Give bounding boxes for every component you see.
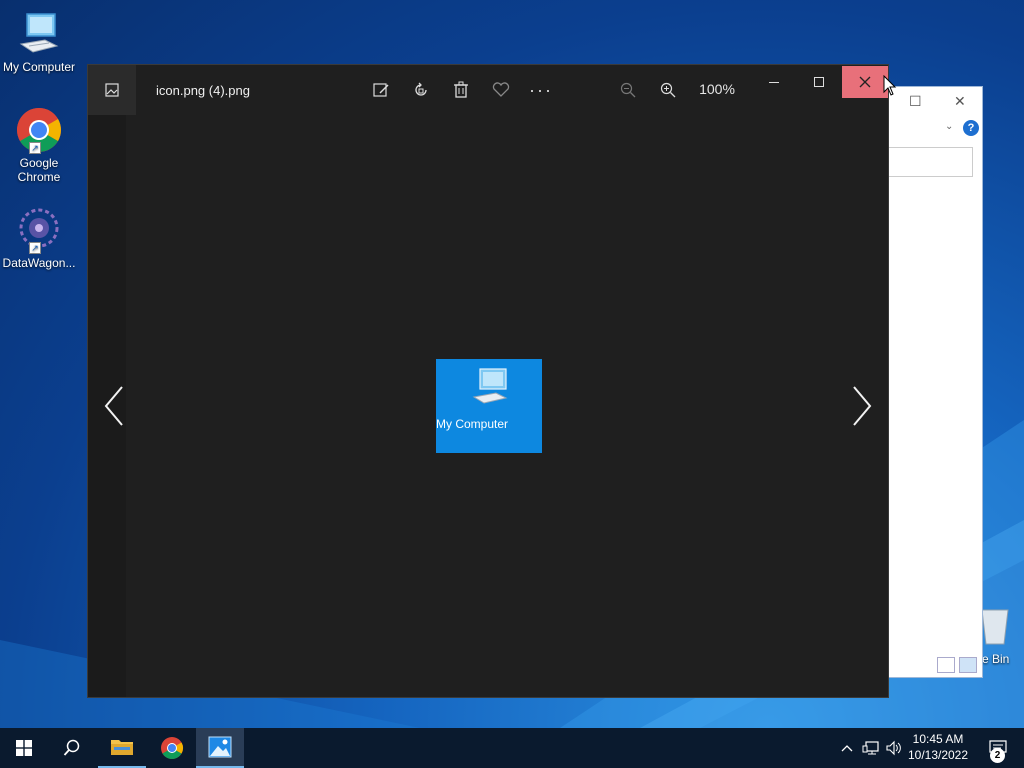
chevron-right-icon	[853, 386, 872, 426]
more-icon: ···	[529, 79, 553, 100]
chrome-icon	[161, 737, 183, 759]
maximize-icon	[814, 77, 824, 87]
zoom-level[interactable]: 100%	[694, 80, 740, 98]
desktop-icon-label: My Computer	[2, 60, 76, 74]
gallery-button[interactable]	[88, 65, 136, 115]
rotate-button[interactable]	[407, 77, 435, 103]
folder-icon	[111, 740, 133, 755]
taskbar: 10:45 AM 10/13/2022 2	[0, 728, 1024, 768]
rotate-icon	[415, 82, 427, 96]
trash-icon	[454, 81, 468, 98]
image-preview: My Computer	[436, 359, 542, 453]
search-icon	[63, 739, 80, 756]
start-button[interactable]	[0, 728, 48, 768]
large-icons-view-button[interactable]	[959, 657, 977, 673]
left-strip	[88, 65, 126, 697]
chevron-up-icon	[841, 745, 853, 752]
close-button[interactable]	[842, 66, 888, 98]
zoom-out-icon	[620, 82, 636, 98]
delete-button[interactable]	[447, 77, 475, 103]
desktop-icon-datawagon[interactable]: ↗ DataWagon...	[0, 206, 78, 270]
close-icon	[859, 76, 871, 88]
datawagon-icon: ↗	[15, 206, 63, 254]
shortcut-arrow-icon: ↗	[29, 142, 41, 154]
search-box[interactable]	[881, 147, 973, 177]
minimize-icon	[769, 81, 779, 83]
favorite-button[interactable]	[487, 77, 515, 103]
close-button[interactable]: ✕	[954, 93, 966, 110]
photos-viewer-window[interactable]: icon.png (4).png ··· 100% My Computer	[87, 64, 889, 698]
zoom-in-icon	[660, 82, 676, 98]
taskbar-chrome[interactable]	[148, 728, 196, 768]
network-status-button[interactable]	[860, 728, 882, 768]
photos-icon	[208, 736, 232, 758]
file-name: icon.png (4).png	[156, 82, 250, 98]
maximize-button[interactable]: ☐	[909, 93, 922, 110]
image-icon	[105, 83, 119, 97]
notification-count-badge: 2	[990, 748, 1005, 763]
clock-time: 10:45 AM	[912, 732, 964, 746]
mouse-cursor-icon	[883, 75, 897, 96]
search-button[interactable]	[48, 728, 96, 768]
shortcut-arrow-icon: ↗	[29, 242, 41, 254]
clock-date: 10/13/2022	[907, 748, 969, 762]
desktop-icon-label: e Bin	[982, 652, 1010, 666]
computer-icon	[15, 10, 63, 58]
help-button[interactable]: ?	[963, 120, 979, 136]
preview-caption: My Computer	[436, 417, 509, 431]
heart-icon	[492, 82, 510, 97]
next-image-button[interactable]	[846, 383, 876, 429]
windows-logo-icon	[16, 740, 32, 756]
chevron-left-icon	[104, 386, 123, 426]
maximize-button[interactable]	[797, 69, 841, 95]
taskbar-photos[interactable]	[196, 728, 244, 768]
desktop-icon-label: DataWagon...	[2, 256, 76, 270]
edit-image-icon	[373, 83, 389, 97]
chrome-icon: ↗	[15, 106, 63, 154]
network-icon	[862, 741, 879, 755]
taskbar-file-explorer[interactable]	[98, 728, 146, 768]
chevron-down-icon[interactable]: ⌄	[945, 121, 953, 132]
zoom-out-button[interactable]	[614, 77, 642, 103]
desktop-icon-google-chrome[interactable]: ↗ Google Chrome	[0, 106, 78, 184]
more-options-button[interactable]: ···	[527, 77, 555, 103]
zoom-in-button[interactable]	[654, 77, 682, 103]
show-hidden-icons-button[interactable]	[838, 728, 856, 768]
previous-image-button[interactable]	[100, 383, 130, 429]
edit-button[interactable]	[367, 77, 395, 103]
details-view-button[interactable]	[937, 657, 955, 673]
system-clock[interactable]: 10:45 AM 10/13/2022	[900, 731, 976, 763]
computer-icon	[472, 368, 508, 404]
minimize-button[interactable]	[752, 69, 796, 95]
desktop-icon-label: Google Chrome	[17, 156, 61, 184]
desktop-icon-my-computer[interactable]: My Computer	[0, 10, 78, 74]
viewer-toolbar: icon.png (4).png ··· 100%	[88, 65, 888, 115]
